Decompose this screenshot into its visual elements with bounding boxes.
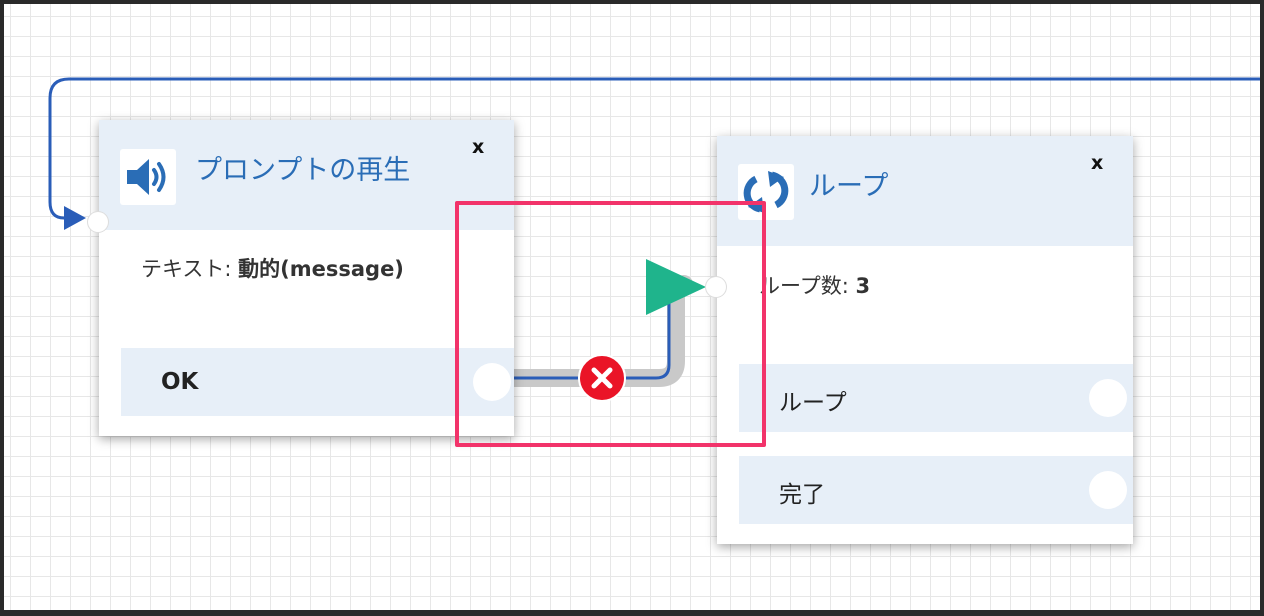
loop-block[interactable]: ループ x ループ数: 3 ループ 完了 bbox=[717, 136, 1133, 544]
loopback-arrow-head bbox=[64, 206, 86, 230]
connection-arrow-head bbox=[646, 259, 706, 315]
prompt-info-value: 動的(message) bbox=[238, 257, 404, 281]
loop-block-header[interactable]: ループ x bbox=[717, 136, 1133, 246]
loop-info-value: 3 bbox=[855, 274, 871, 298]
prompt-block-title: プロンプトの再生 bbox=[195, 155, 411, 186]
prompt-port-ok[interactable]: OK bbox=[121, 348, 514, 416]
loop-close-button[interactable]: x bbox=[1091, 152, 1103, 174]
prompt-info: テキスト: 動的(message) bbox=[141, 253, 404, 283]
delete-x-icon bbox=[591, 367, 613, 389]
prompt-block[interactable]: プロンプトの再生 x テキスト: 動的(message) OK bbox=[99, 120, 514, 436]
loop-block-title: ループ bbox=[809, 171, 889, 202]
output-port-dot[interactable] bbox=[1089, 471, 1127, 509]
loop-info: ループ数: 3 bbox=[759, 270, 870, 300]
output-port-dot[interactable] bbox=[1089, 379, 1127, 417]
port-label: ループ bbox=[779, 390, 847, 416]
loop-port-done[interactable]: 完了 bbox=[739, 456, 1133, 524]
loop-port-loop[interactable]: ループ bbox=[739, 364, 1133, 432]
speaker-icon bbox=[120, 149, 176, 205]
loop-arrows-icon bbox=[738, 164, 794, 220]
port-label: 完了 bbox=[779, 482, 825, 508]
prompt-input-port[interactable] bbox=[88, 212, 108, 232]
prompt-block-header[interactable]: プロンプトの再生 x bbox=[99, 120, 514, 230]
prompt-info-label: テキスト: bbox=[141, 257, 232, 281]
port-label: OK bbox=[161, 369, 199, 395]
flow-canvas[interactable]: プロンプトの再生 x テキスト: 動的(message) OK ループ x ルー… bbox=[4, 4, 1260, 610]
output-port-dot[interactable] bbox=[473, 363, 511, 401]
loop-input-port[interactable] bbox=[706, 277, 726, 297]
delete-connection-button[interactable] bbox=[578, 354, 626, 402]
prompt-close-button[interactable]: x bbox=[472, 136, 484, 158]
loop-info-label: ループ数: bbox=[759, 274, 849, 298]
